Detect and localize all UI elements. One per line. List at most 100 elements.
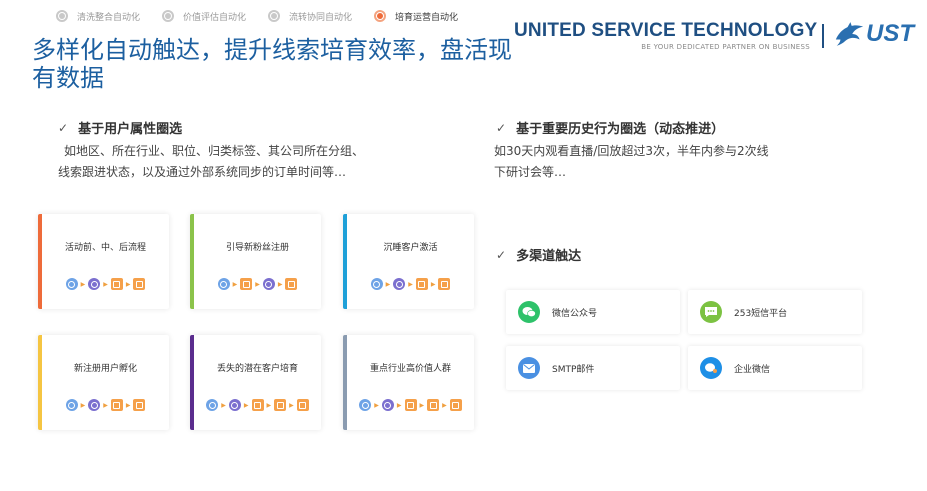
check-icon: ✓ <box>496 120 507 135</box>
wait-icon <box>404 399 417 411</box>
arrow-right-icon: ▶ <box>125 401 131 409</box>
scenario-card-incubate[interactable]: 新注册用户孵化 ▶ ▶ ▶ <box>38 335 169 430</box>
clock-icon <box>359 399 372 411</box>
step-label: 价值评估自动化 <box>183 12 247 23</box>
feature-attr-line2: 线索跟进状态，以及通过外部系统同步的订单时间等… <box>58 165 347 179</box>
logo-text: UST <box>866 20 914 47</box>
channel-smtp-mail[interactable]: SMTP邮件 <box>506 346 680 390</box>
feature-attr-line1: 如地区、所在行业、职位、归类标签、其公司所在分组、 <box>64 144 365 158</box>
feature-multichannel-title: 多渠道触达 <box>516 249 582 264</box>
send-icon <box>449 399 462 411</box>
feature-history-heading: ✓ 基于重要历史行为圈选（动态推进） <box>496 118 725 138</box>
feature-attr-body: 如地区、所在行业、职位、归类标签、其公司所在分组、 线索跟进状态，以及通过外部系… <box>58 141 458 183</box>
arrow-right-icon: ▶ <box>243 401 249 409</box>
check-icon: ✓ <box>58 120 69 135</box>
step-evaluate[interactable]: 价值评估自动化 <box>162 10 246 23</box>
clock-icon <box>370 278 383 290</box>
arrow-right-icon: ▶ <box>80 401 86 409</box>
card-title: 活动前、中、后流程 <box>64 243 146 253</box>
feature-attr-heading: ✓ 基于用户属性圈选 <box>58 118 183 138</box>
step-label: 清洗整合自动化 <box>77 12 141 23</box>
scenario-card-lost-leads[interactable]: 丢失的潜在客户培育 ▶ ▶ ▶ ▶ <box>190 335 321 430</box>
feature-history-title: 基于重要历史行为圈选（动态推进） <box>516 122 725 137</box>
page-title: 多样化自动触达，提升线索培育效率，盘活现有数据 <box>32 36 512 92</box>
brand-name-part2: TECHNOLOGY <box>681 20 818 41</box>
clock-icon <box>65 278 78 290</box>
channel-wechat-official[interactable]: 微信公众号 <box>506 290 680 334</box>
send-icon <box>133 278 146 290</box>
brand-divider <box>822 24 824 48</box>
workflow-steps: ▶ ▶ ▶ <box>42 399 169 411</box>
scenario-card-event-flow[interactable]: 活动前、中、后流程 ▶ ▶ ▶ <box>38 214 169 309</box>
arrow-right-icon: ▶ <box>289 401 294 409</box>
scenario-card-high-value[interactable]: 重点行业高价值人群 ▶ ▶ ▶ ▶ <box>343 335 474 430</box>
clock-icon <box>217 278 230 290</box>
arrow-right-icon: ▶ <box>430 280 436 288</box>
arrow-right-icon: ▶ <box>80 280 86 288</box>
step-nav: 清洗整合自动化 价值评估自动化 流转协同自动化 培育运营自动化 <box>56 8 480 24</box>
scenario-card-reactivate[interactable]: 沉睡客户激活 ▶ ▶ ▶ <box>343 214 474 309</box>
brand-name: UNITED SERVICE TECHNOLOGY <box>514 20 818 42</box>
arrow-right-icon: ▶ <box>419 401 425 409</box>
brand-tagline: BE YOUR DEDICATED PARTNER ON BUSINESS <box>641 43 810 51</box>
arrow-right-icon: ▶ <box>408 280 413 288</box>
check-icon: ✓ <box>496 247 507 262</box>
feature-attr-title: 基于用户属性圈选 <box>78 122 183 137</box>
card-title: 新注册用户孵化 <box>73 364 137 374</box>
mail-icon <box>518 357 540 379</box>
card-title: 沉睡客户激活 <box>383 243 438 253</box>
step-dot-icon <box>162 10 175 22</box>
wait-icon <box>110 278 123 290</box>
step-flow[interactable]: 流转协同自动化 <box>268 10 352 23</box>
card-title: 重点行业高价值人群 <box>369 364 451 374</box>
arrow-right-icon: ▶ <box>103 280 108 288</box>
brand-name-part1: UNITED SERVICE <box>514 20 676 41</box>
clock-icon <box>65 399 78 411</box>
workflow-steps: ▶ ▶ ▶ <box>42 278 169 290</box>
feature-history-line2: 下研讨会等… <box>494 165 567 179</box>
arrow-right-icon: ▶ <box>221 401 226 409</box>
arrow-right-icon: ▶ <box>442 401 447 409</box>
feature-history-body: 如30天内观看直播/回放超过3次，半年内参与2次线 下研讨会等… <box>494 141 854 183</box>
channel-work-wechat[interactable]: 企业微信 <box>688 346 862 390</box>
arrow-right-icon: ▶ <box>125 280 131 288</box>
scenario-card-new-fans[interactable]: 引导新粉丝注册 ▶ ▶ ▶ <box>190 214 321 309</box>
wait-icon <box>240 278 253 290</box>
dolphin-icon <box>835 22 864 46</box>
channel-label: 253短信平台 <box>734 308 788 319</box>
message-icon <box>427 399 440 411</box>
step-dot-icon <box>374 10 387 22</box>
message-icon <box>415 278 428 290</box>
filter-icon <box>228 399 241 411</box>
clock-icon <box>206 399 219 411</box>
send-icon <box>133 399 146 411</box>
filter-icon <box>393 278 406 290</box>
wechat-icon <box>518 301 540 323</box>
step-nurture[interactable]: 培育运营自动化 <box>374 10 458 23</box>
send-icon <box>285 278 298 290</box>
arrow-right-icon: ▶ <box>255 280 260 288</box>
arrow-right-icon: ▶ <box>396 401 402 409</box>
channel-label: SMTP邮件 <box>552 364 595 375</box>
work-wechat-icon <box>700 357 722 379</box>
card-title: 丢失的潜在客户培育 <box>216 364 298 374</box>
filter-icon <box>88 399 101 411</box>
feature-history-line1: 如30天内观看直播/回放超过3次，半年内参与2次线 <box>494 144 769 158</box>
arrow-right-icon: ▶ <box>385 280 391 288</box>
workflow-steps: ▶ ▶ ▶ <box>347 278 474 290</box>
channel-sms[interactable]: 253短信平台 <box>688 290 862 334</box>
step-dot-icon <box>56 10 68 22</box>
filter-icon <box>381 399 394 411</box>
send-icon <box>438 278 451 290</box>
arrow-right-icon: ▶ <box>277 280 283 288</box>
step-cleanse[interactable]: 清洗整合自动化 <box>56 10 140 23</box>
sms-icon <box>700 301 722 323</box>
wait-icon <box>110 399 123 411</box>
workflow-steps: ▶ ▶ ▶ ▶ <box>347 399 474 411</box>
channel-label: 企业微信 <box>734 364 771 375</box>
wait-icon <box>251 399 264 411</box>
card-title: 引导新粉丝注册 <box>225 243 289 253</box>
brand-block: UNITED SERVICE TECHNOLOGY BE YOUR DEDICA… <box>514 20 818 51</box>
step-label: 流转协同自动化 <box>289 12 353 23</box>
workflow-steps: ▶ ▶ ▶ <box>194 278 321 290</box>
